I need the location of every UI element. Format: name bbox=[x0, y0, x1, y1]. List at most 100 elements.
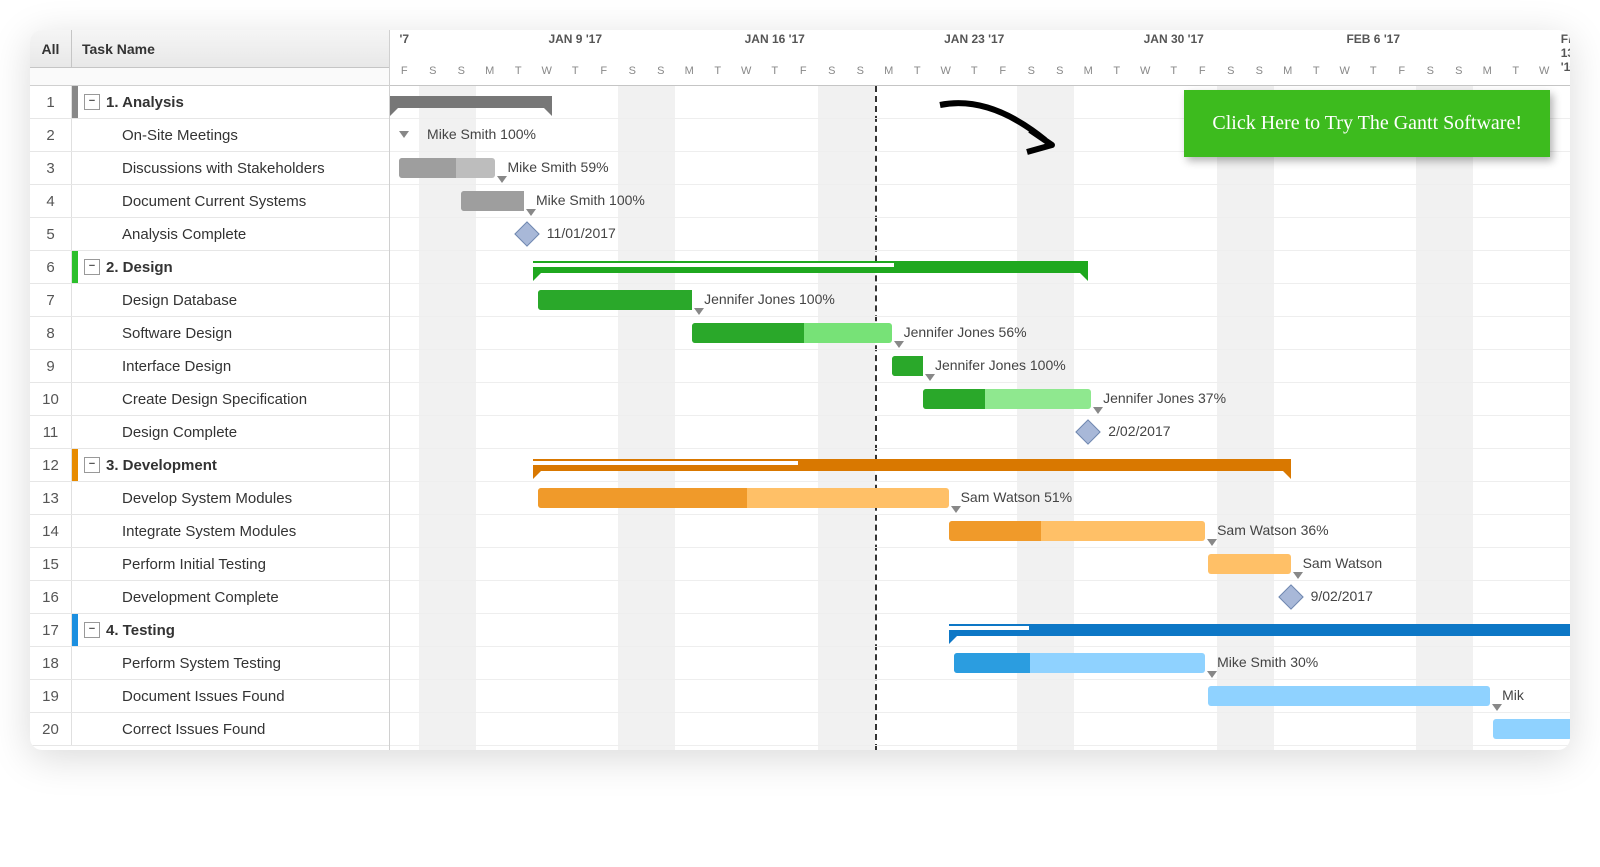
column-task-name[interactable]: Task Name bbox=[72, 41, 155, 57]
collapse-icon[interactable]: − bbox=[84, 457, 100, 473]
day-label: M bbox=[685, 65, 694, 77]
timeline-panel[interactable]: FSSMTWTFSSMTWTFSSMTWTFSSMTWTFSSMTWTFSSMT… bbox=[390, 30, 1570, 750]
timeline-row: Sam Watson 51% bbox=[390, 482, 1570, 515]
task-row[interactable]: 10Create Design Specification bbox=[30, 383, 389, 416]
milestone-icon[interactable] bbox=[1076, 419, 1101, 444]
task-row[interactable]: 16Development Complete bbox=[30, 581, 389, 614]
collapse-icon[interactable]: − bbox=[84, 622, 100, 638]
gantt-chart: All Task Name 1−1. Analysis2On-Site Meet… bbox=[30, 30, 1570, 750]
progress-fill bbox=[949, 521, 1041, 541]
day-label: T bbox=[714, 65, 721, 77]
summary-bar[interactable] bbox=[533, 459, 1291, 471]
day-label: S bbox=[1056, 65, 1063, 77]
row-number: 19 bbox=[30, 680, 72, 712]
day-label: S bbox=[1256, 65, 1263, 77]
task-name: −4. Testing bbox=[78, 622, 389, 639]
task-bar[interactable]: Sam Watson 51% bbox=[538, 488, 948, 508]
day-label: S bbox=[429, 65, 436, 77]
day-label: F bbox=[600, 65, 607, 77]
summary-bar[interactable] bbox=[533, 261, 1089, 273]
task-row[interactable]: 11Design Complete bbox=[30, 416, 389, 449]
collapse-icon[interactable]: − bbox=[84, 259, 100, 275]
timeline-row: Mik bbox=[390, 680, 1570, 713]
task-bar[interactable]: Mik bbox=[1208, 686, 1490, 706]
timeline-row: 9/02/2017 bbox=[390, 581, 1570, 614]
task-bar[interactable]: Sam Watson 36% bbox=[949, 521, 1206, 541]
task-name: Perform System Testing bbox=[78, 655, 389, 672]
day-label: M bbox=[1483, 65, 1492, 77]
progress-fill bbox=[954, 653, 1029, 673]
task-bar[interactable]: Jennifer Jones 37% bbox=[923, 389, 1091, 409]
task-row[interactable]: 4Document Current Systems bbox=[30, 185, 389, 218]
task-row[interactable]: 18Perform System Testing bbox=[30, 647, 389, 680]
day-label: T bbox=[515, 65, 522, 77]
arrow-down-icon bbox=[526, 209, 536, 216]
task-row[interactable]: 17 −4. Testing bbox=[30, 614, 389, 647]
task-row[interactable]: 14Integrate System Modules bbox=[30, 515, 389, 548]
task-row[interactable]: 8Software Design bbox=[30, 317, 389, 350]
task-name: Document Current Systems bbox=[78, 193, 389, 210]
task-row[interactable]: 7Design Database bbox=[30, 284, 389, 317]
week-label: JAN 23 '17 bbox=[944, 32, 1004, 46]
timeline-row bbox=[390, 251, 1570, 284]
day-label: W bbox=[741, 65, 751, 77]
row-number: 3 bbox=[30, 152, 72, 184]
task-list-panel: All Task Name 1−1. Analysis2On-Site Meet… bbox=[30, 30, 390, 750]
arrow-down-icon bbox=[1093, 407, 1103, 414]
day-label: W bbox=[1140, 65, 1150, 77]
progress-fill bbox=[399, 158, 456, 178]
summary-bar[interactable] bbox=[390, 96, 552, 108]
timeline-row: Mike Smith 30% bbox=[390, 647, 1570, 680]
task-row[interactable]: 20Correct Issues Found bbox=[30, 713, 389, 746]
task-bar[interactable]: Mike Smith 59% bbox=[399, 158, 496, 178]
task-row[interactable]: 2On-Site Meetings bbox=[30, 119, 389, 152]
task-row[interactable]: 19 Document Issues Found bbox=[30, 680, 389, 713]
row-number: 8 bbox=[30, 317, 72, 349]
arrow-down-icon bbox=[951, 506, 961, 513]
milestone-icon[interactable] bbox=[514, 221, 539, 246]
summary-bar[interactable] bbox=[949, 624, 1570, 636]
day-label: F bbox=[1398, 65, 1405, 77]
timeline-row: Jennifer Jones 56% bbox=[390, 317, 1570, 350]
bar-label: Jennifer Jones 56% bbox=[904, 324, 1027, 340]
bar-label: Jennifer Jones 100% bbox=[935, 357, 1066, 373]
task-row[interactable]: 13Develop System Modules bbox=[30, 482, 389, 515]
arrow-down-icon bbox=[1492, 704, 1502, 711]
row-number: 5 bbox=[30, 218, 72, 250]
day-label: S bbox=[1227, 65, 1234, 77]
task-bar[interactable]: Mike Smith 30% bbox=[954, 653, 1205, 673]
bar-label: Sam Watson 51% bbox=[961, 489, 1073, 505]
task-bar[interactable] bbox=[1493, 719, 1570, 739]
milestone-icon[interactable] bbox=[1278, 584, 1303, 609]
timeline-row: 2/02/2017 bbox=[390, 416, 1570, 449]
day-label: S bbox=[1455, 65, 1462, 77]
task-row[interactable]: 5Analysis Complete bbox=[30, 218, 389, 251]
row-number: 12 bbox=[30, 449, 72, 481]
arrow-down-icon bbox=[894, 341, 904, 348]
task-row[interactable]: 6−2. Design bbox=[30, 251, 389, 284]
task-row[interactable]: 12−3. Development bbox=[30, 449, 389, 482]
timeline-row: Jennifer Jones 100% bbox=[390, 284, 1570, 317]
task-bar[interactable]: Mike Smith 100% bbox=[461, 191, 524, 211]
task-bar[interactable]: Sam Watson bbox=[1208, 554, 1291, 574]
day-label: S bbox=[458, 65, 465, 77]
task-name: Integrate System Modules bbox=[78, 523, 389, 540]
row-number: 20 bbox=[30, 713, 72, 745]
column-all[interactable]: All bbox=[30, 30, 72, 67]
task-name: Document Issues Found bbox=[78, 688, 389, 705]
task-name: Interface Design bbox=[78, 358, 389, 375]
task-row[interactable]: 1−1. Analysis bbox=[30, 86, 389, 119]
task-bar[interactable]: Jennifer Jones 100% bbox=[892, 356, 923, 376]
task-row[interactable]: 9Interface Design bbox=[30, 350, 389, 383]
day-label: T bbox=[1370, 65, 1377, 77]
task-row[interactable]: 3Discussions with Stakeholders bbox=[30, 152, 389, 185]
task-name: On-Site Meetings bbox=[78, 127, 389, 144]
timeline-row: Sam Watson bbox=[390, 548, 1570, 581]
task-bar[interactable]: Jennifer Jones 100% bbox=[538, 290, 692, 310]
task-bar[interactable]: Jennifer Jones 56% bbox=[692, 323, 892, 343]
cta-try-software-button[interactable]: Click Here to Try The Gantt Software! bbox=[1184, 90, 1550, 157]
task-row[interactable]: 15Perform Initial Testing bbox=[30, 548, 389, 581]
collapse-icon[interactable]: − bbox=[84, 94, 100, 110]
row-number: 17 bbox=[30, 614, 72, 646]
day-label: T bbox=[1170, 65, 1177, 77]
